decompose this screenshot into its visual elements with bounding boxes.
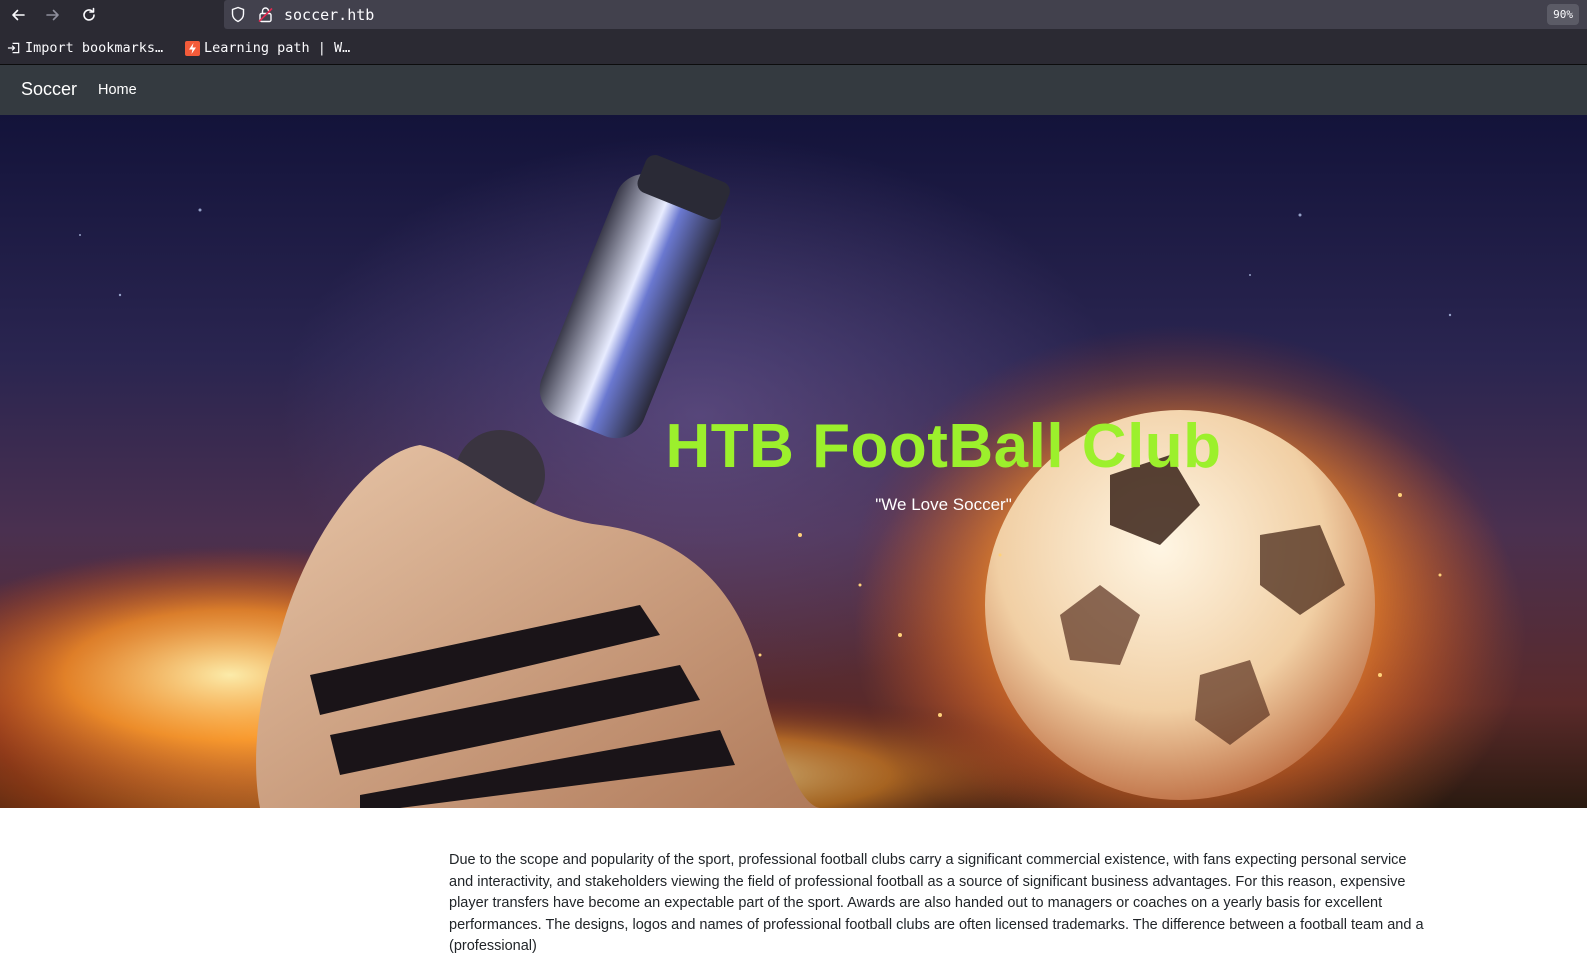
nav-link-home[interactable]: Home <box>98 82 137 98</box>
reload-button[interactable] <box>75 0 103 30</box>
bookmarks-toolbar: Import bookmarks… Learning path | W… <box>0 30 1587 65</box>
url-text[interactable]: soccer.htb <box>284 6 374 24</box>
hero-banner: HTB FootBall Club "We Love Soccer" <box>0 115 1587 808</box>
browser-toolbar: soccer.htb 90% <box>0 0 1587 30</box>
bookmark-learning-path[interactable]: Learning path | W… <box>185 39 350 57</box>
arrow-right-icon <box>46 9 59 21</box>
arrow-left-icon <box>12 9 25 21</box>
insecure-lock-icon[interactable] <box>258 6 273 23</box>
bookmark-import[interactable]: Import bookmarks… <box>6 39 163 57</box>
navbar-brand[interactable]: Soccer <box>21 79 77 100</box>
bolt-favicon-icon <box>185 40 200 56</box>
url-bar[interactable]: soccer.htb 90% <box>224 0 1587 29</box>
hero-title: HTB FootBall Club <box>665 412 1222 481</box>
site-navbar: Soccer Home <box>0 65 1587 115</box>
bookmark-label: Import bookmarks… <box>25 40 164 56</box>
hero-subtitle: "We Love Soccer" <box>875 495 1012 514</box>
intro-paragraph: Due to the scope and popularity of the s… <box>449 852 1424 953</box>
shield-icon[interactable] <box>230 6 246 23</box>
reload-icon <box>83 7 95 21</box>
zoom-level-badge[interactable]: 90% <box>1547 4 1579 25</box>
import-icon <box>6 41 21 56</box>
bookmark-label: Learning path | W… <box>204 40 351 56</box>
forward-button[interactable] <box>39 0 67 30</box>
back-button[interactable] <box>4 0 32 30</box>
